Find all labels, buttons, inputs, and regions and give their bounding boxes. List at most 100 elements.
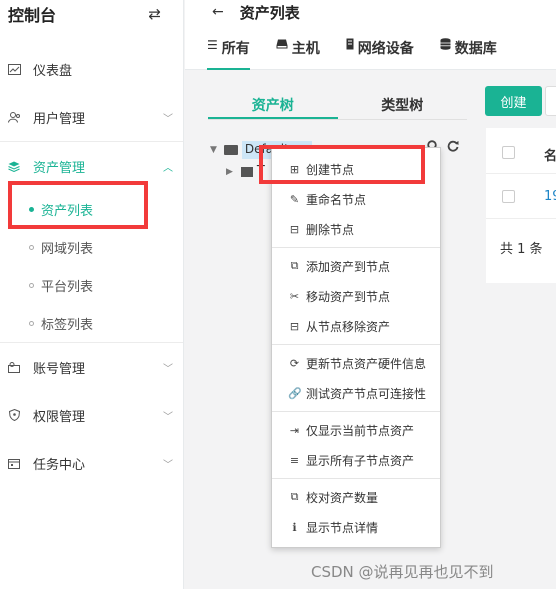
menu-item-check-count[interactable]: ⧉ 校对资产数量 [272,482,440,512]
sidebar-item-label: 用户管理 [33,111,86,127]
chevron-down-icon: ﹀ [163,411,173,423]
divider [272,247,440,248]
menu-item-add-asset[interactable]: ⧉ 添加资产到节点 [272,251,440,281]
menu-item-node-details[interactable]: ℹ 显示节点详情 [272,512,440,542]
watermark: CSDN @说再见再也见不到 [311,563,494,581]
asset-table: 名 19 共 1 条 [486,128,556,283]
sidebar-item-dashboard[interactable]: 仪表盘 [0,45,183,93]
caret-right-icon[interactable]: ▶ [226,167,233,177]
sidebar: 控制台 ⇄ 仪表盘 用户管理 ﹀ 资产管理 ︿ 资产列表 网域列表 平台列表 标… [0,0,184,589]
host-icon [276,38,288,52]
menu-item-label: 移动资产到节点 [306,289,391,304]
create-button[interactable]: 创建 [485,86,542,116]
menu-item-label: 校对资产数量 [306,490,379,505]
refresh-icon[interactable] [447,140,459,156]
scissors-icon: ✂ [289,289,300,303]
table-total: 共 1 条 [500,242,543,257]
menu-item-label: 更新节点资产硬件信息 [306,356,427,371]
menu-item-label: 创建节点 [306,162,355,177]
tab-asset-tree[interactable]: 资产树 [208,86,338,119]
account-icon [6,361,22,373]
chevron-down-icon: ﹀ [163,113,173,125]
sidebar-item-label: 任务中心 [33,457,86,473]
menu-item-label: 添加资产到节点 [306,259,391,274]
tab-label: 网络设备 [357,41,414,57]
sidebar-subitem-label: 网域列表 [41,241,94,257]
sidebar-item-accounts[interactable]: 账号管理 ﹀ [0,343,183,391]
menu-item-label: 删除节点 [306,222,355,237]
indent-icon: ⇥ [289,423,300,437]
tree-child-label[interactable]: T [257,164,265,179]
secondary-button[interactable] [545,86,556,116]
divider [272,478,440,479]
sidebar-item-tasks[interactable]: 任务中心 ﹀ [0,439,183,487]
sidebar-item-assets[interactable]: 资产管理 ︿ [0,142,183,190]
table-header-name: 名 [544,149,556,164]
divider [272,411,440,412]
sidebar-subitem-platform-list[interactable]: 平台列表 [0,266,183,304]
menu-item-label: 从节点移除资产 [306,319,391,334]
divider [272,344,440,345]
menu-item-label: 显示节点详情 [306,520,379,535]
sidebar-subitem-label: 标签列表 [41,317,94,333]
list-icon: ☰ [207,38,218,52]
menu-item-delete-node[interactable]: ⊟ 删除节点 [272,214,440,244]
dashboard-icon [6,63,22,75]
folder-icon [240,166,253,177]
page-title: 资产列表 [239,3,300,22]
network-device-icon [346,38,354,53]
tab-label: 所有 [221,41,250,57]
chevron-up-icon: ︿ [163,162,173,174]
layers-icon [6,161,22,172]
bullet-icon [29,206,34,212]
menu-item-label: 重命名节点 [306,192,367,207]
copy-icon: ⧉ [290,490,299,503]
brand-title: 控制台 [8,6,57,25]
bullet-icon [29,282,34,288]
tab-host[interactable]: 主机 [276,38,320,70]
menu-item-update-hardware[interactable]: ⟳ 更新节点资产硬件信息 [272,348,440,378]
tree-child-node[interactable]: ▶ T [226,164,265,179]
row-checkbox[interactable] [502,190,515,203]
menu-item-move-asset[interactable]: ✂ 移动资产到节点 [272,281,440,311]
sidebar-subitem-domain-list[interactable]: 网域列表 [0,228,183,266]
calendar-icon [6,458,22,469]
asset-type-tabs: ☰ 所有 主机 网络设备 数据库 [207,38,523,70]
sidebar-item-label: 仪表盘 [33,63,73,79]
menu-item-label: 测试资产节点可连接性 [306,386,427,401]
menu-item-show-current[interactable]: ⇥ 仅显示当前节点资产 [272,415,440,445]
back-arrow-icon[interactable]: ← [212,4,224,20]
menu-item-label: 显示所有子节点资产 [306,453,415,468]
users-icon [6,111,22,123]
table-row-link[interactable]: 19 [544,189,556,204]
bullet-icon [29,244,34,250]
divider [486,218,556,219]
sidebar-item-permissions[interactable]: 权限管理 ﹀ [0,391,183,439]
tab-network-device[interactable]: 网络设备 [346,38,414,70]
shield-icon [6,409,22,421]
sidebar-item-users[interactable]: 用户管理 ﹀ [0,93,183,141]
sidebar-item-label: 权限管理 [33,409,86,425]
menu-item-create-node[interactable]: ⊞ 创建节点 [272,154,440,184]
divider [486,173,556,174]
menu-item-remove-asset[interactable]: ⊟ 从节点移除资产 [272,311,440,341]
menu-item-test-connectivity[interactable]: 🔗 测试资产节点可连接性 [272,378,440,408]
edit-icon: ✎ [289,192,300,206]
align-justify-icon: ≡ [289,453,300,467]
tab-label: 数据库 [454,41,497,57]
swap-icon[interactable]: ⇄ [148,5,161,23]
chevron-down-icon: ﹀ [163,459,173,471]
minus-square-icon: ⊟ [289,222,300,236]
select-all-checkbox[interactable] [502,146,515,159]
menu-item-show-all[interactable]: ≡ 显示所有子节点资产 [272,445,440,475]
tab-type-tree[interactable]: 类型树 [338,86,468,119]
sidebar-subitem-asset-list[interactable]: 资产列表 [0,190,183,228]
sidebar-menu: 仪表盘 用户管理 ﹀ 资产管理 ︿ 资产列表 网域列表 平台列表 标签列表 账号… [0,45,183,487]
tab-database[interactable]: 数据库 [440,38,497,70]
caret-down-icon[interactable]: ▼ [210,145,217,155]
menu-item-rename-node[interactable]: ✎ 重命名节点 [272,184,440,214]
sidebar-subitem-label-list[interactable]: 标签列表 [0,304,183,342]
tab-label: 主机 [291,41,320,57]
brand: 控制台 ⇄ [0,0,183,28]
tab-all[interactable]: ☰ 所有 [207,38,250,70]
